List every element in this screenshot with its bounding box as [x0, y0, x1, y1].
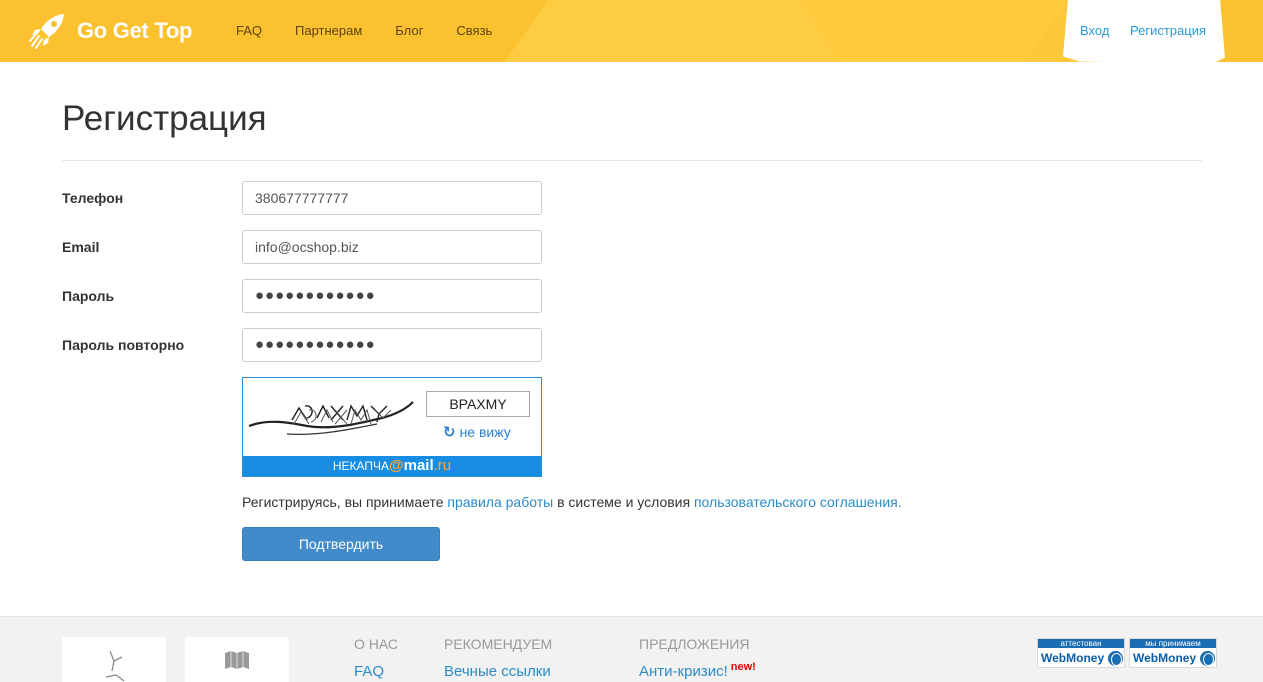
- captcha-bar-at: @: [388, 457, 404, 474]
- phone-label: Телефон: [62, 190, 124, 206]
- webmoney-globe-icon: [1200, 650, 1216, 666]
- main-nav: FAQ Партнерам Блог Связь: [236, 23, 525, 38]
- captcha-bar-suffix: .ru: [433, 457, 452, 474]
- email-label: Email: [62, 239, 100, 255]
- auth-links: Вход Регистрация: [1063, 0, 1225, 62]
- refresh-icon: ↻: [443, 424, 456, 441]
- map-icon: [225, 651, 249, 669]
- site-header: Go Get Top FAQ Партнерам Блог Связь Вход…: [0, 0, 1263, 62]
- rules-link[interactable]: правила работы: [447, 494, 553, 510]
- captcha-widget: BPAXMY ↻ не вижу НЕКАПЧА@mail.ru: [242, 377, 542, 477]
- deer-icon: [105, 650, 125, 682]
- footer-link-anticrisis[interactable]: Анти-кризис! new!: [639, 661, 756, 680]
- webmoney-badge-bottom: WebMoney: [1133, 651, 1197, 665]
- captcha-answer-input[interactable]: BPAXMY: [426, 391, 530, 417]
- nav-item-contact[interactable]: Связь: [456, 23, 492, 38]
- site-footer: О НАС FAQ РЕКОМЕНДУЕМ Вечные ссылки ПРЕД…: [0, 616, 1263, 682]
- footer-link-eternal-links[interactable]: Вечные ссылки: [444, 663, 551, 680]
- nav-item-faq[interactable]: FAQ: [236, 23, 262, 38]
- captcha-branding: НЕКАПЧА@mail.ru: [243, 456, 541, 476]
- terms-link[interactable]: пользовательского соглашения.: [694, 494, 902, 510]
- title-divider: [62, 160, 1202, 161]
- password-repeat-input[interactable]: ●●●●●●●●●●●●: [242, 328, 542, 362]
- webmoney-badge-top: аттестован: [1038, 639, 1124, 648]
- captcha-bar-prefix: НЕКАПЧА: [332, 459, 389, 473]
- phone-input[interactable]: 380677777777: [242, 181, 542, 215]
- register-link[interactable]: Регистрация: [1130, 23, 1206, 38]
- footer-col-about-title: О НАС: [354, 636, 399, 652]
- captcha-image: [248, 401, 414, 435]
- captcha-refresh-label: не вижу: [459, 424, 511, 440]
- rocket-icon: [29, 14, 64, 49]
- site-logo[interactable]: Go Get Top: [28, 12, 192, 50]
- footer-logo-box: [185, 637, 289, 682]
- footer-link-faq[interactable]: FAQ: [354, 663, 384, 680]
- logo-text: Go Get Top: [77, 18, 193, 43]
- password-label: Пароль: [62, 288, 115, 304]
- webmoney-globe-icon: [1108, 650, 1124, 666]
- nav-item-partners[interactable]: Партнерам: [295, 23, 362, 38]
- email-input[interactable]: info@ocshop.biz: [242, 230, 542, 264]
- submit-button[interactable]: Подтвердить: [242, 527, 440, 561]
- captcha-refresh-link[interactable]: ↻ не вижу: [443, 423, 511, 441]
- nav-item-blog[interactable]: Блог: [395, 23, 423, 38]
- password-input[interactable]: ●●●●●●●●●●●●: [242, 279, 542, 313]
- login-link[interactable]: Вход: [1080, 23, 1109, 38]
- footer-col-offers-title: ПРЕДЛОЖЕНИЯ: [639, 636, 750, 652]
- footer-link-anticrisis-label: Анти-кризис!: [639, 663, 728, 680]
- webmoney-badge-bottom: WebMoney: [1041, 651, 1105, 665]
- captcha-bar-brand: mail: [403, 457, 434, 474]
- agreement-middle: в системе и условия: [553, 494, 694, 510]
- webmoney-attested-badge[interactable]: аттестован WebMoney: [1037, 638, 1125, 668]
- agreement-prefix: Регистрируясь, вы принимаете: [242, 494, 448, 510]
- footer-logo-box: [62, 637, 166, 682]
- page-title: Регистрация: [62, 99, 267, 138]
- password-repeat-label: Пароль повторно: [62, 337, 185, 353]
- webmoney-accept-badge[interactable]: мы принимаем WebMoney: [1129, 638, 1217, 668]
- agreement-text: Регистрируясь, вы принимаете правила раб…: [242, 494, 902, 510]
- new-badge: new!: [730, 661, 756, 673]
- footer-col-recommend-title: РЕКОМЕНДУЕМ: [444, 636, 553, 652]
- webmoney-badge-top: мы принимаем: [1130, 639, 1216, 648]
